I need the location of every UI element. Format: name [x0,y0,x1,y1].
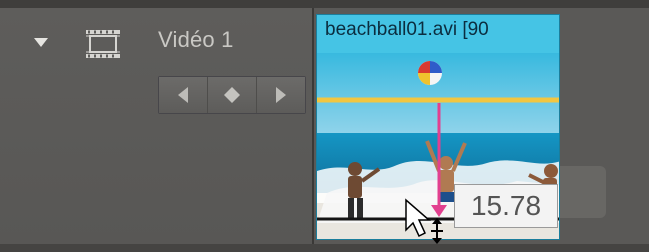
beach-ball [418,61,442,85]
vertical-resize-cursor-icon [405,198,443,244]
bottom-border [0,244,649,252]
value-tooltip: 15.78 [454,184,558,228]
diamond-icon [224,87,240,103]
clip-title: beachball01.avi [90 [317,15,559,53]
track-name: Vidéo 1 [158,27,234,52]
next-keyframe-button[interactable] [257,77,305,113]
add-keyframe-button[interactable] [208,77,257,113]
film-strip-icon [86,30,120,58]
triangle-right-icon [276,87,286,103]
keyframe-navigator [158,76,306,114]
track-header: Vidéo 1 [0,8,312,244]
previous-keyframe-button[interactable] [159,77,208,113]
top-border [0,0,649,8]
triangle-left-icon [178,87,188,103]
triangle-down-icon[interactable] [34,38,48,48]
